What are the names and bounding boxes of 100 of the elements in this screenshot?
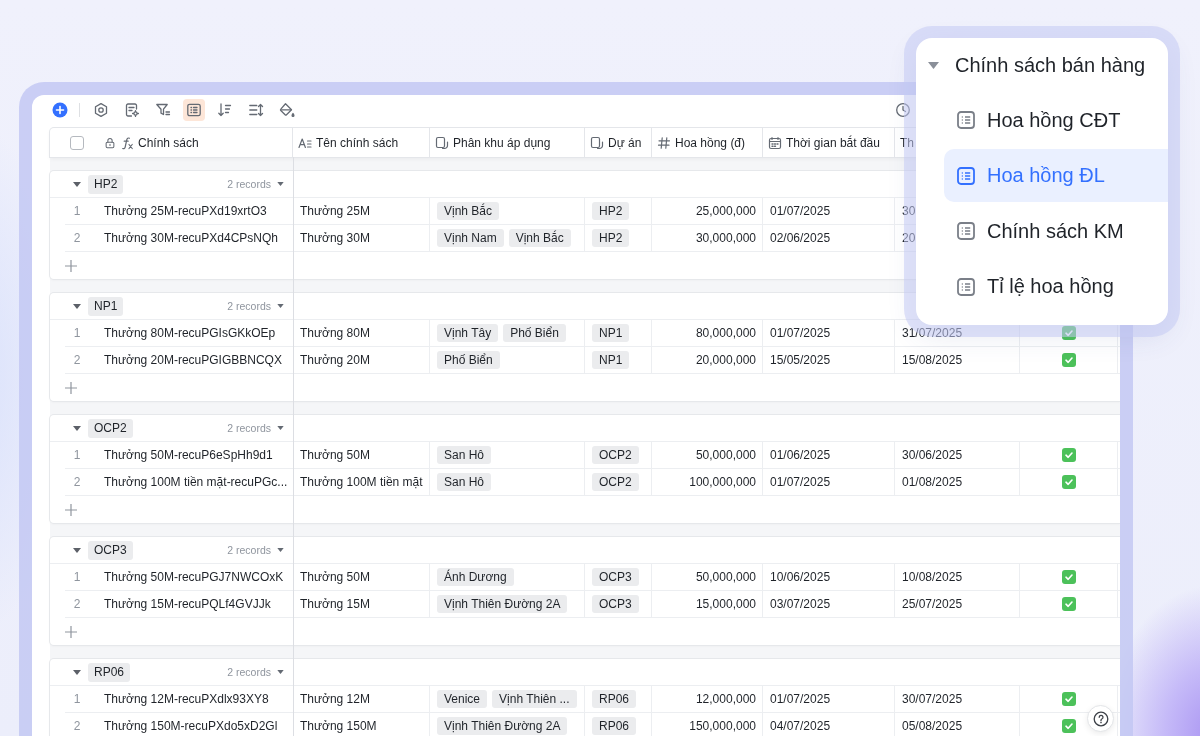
zone-tag: Vịnh Bắc (437, 202, 500, 220)
record-name: Thưởng 150M-recuPXdo5xD2Gl (104, 719, 278, 733)
list-icon[interactable] (183, 99, 205, 121)
end-date: 31/07/2025 (902, 326, 963, 340)
row-number: 1 (72, 692, 82, 706)
checkbox[interactable] (1061, 692, 1076, 706)
group-tag: NP1 (88, 296, 124, 316)
amount-value: 25,000,000 (695, 204, 756, 218)
caret-icon[interactable] (73, 669, 81, 675)
end-date: 20 (902, 231, 916, 245)
amount-value: 15,000,000 (695, 597, 756, 611)
caret-icon (277, 304, 284, 308)
policy-title: Thưởng 100M tiền mặt (300, 475, 423, 489)
table-icon (957, 222, 975, 240)
start-date: 15/05/2025 (770, 353, 831, 367)
amount-value: 20,000,000 (695, 353, 756, 367)
record-name: Thưởng 50M-recuPGJ7NWCOxK (104, 570, 284, 584)
row-number: 2 (72, 719, 82, 733)
zone-tag: Vịnh Thiên Đường 2A (437, 717, 568, 735)
column-header[interactable]: Thời gian bắt đầu (786, 135, 880, 150)
caret-icon[interactable] (73, 303, 81, 309)
table-icon (957, 277, 975, 296)
record-name: Thưởng 80M-recuPGIsGKkOEp (104, 326, 276, 340)
row-number: 1 (72, 570, 82, 584)
zone-tag: Ánh Dương (437, 568, 514, 586)
clock-icon[interactable] (895, 102, 911, 118)
amount-value: 30,000,000 (695, 231, 756, 245)
checkbox[interactable] (1061, 353, 1076, 367)
start-date: 01/07/2025 (770, 204, 831, 218)
caret-icon[interactable] (73, 547, 81, 553)
form-icon[interactable] (124, 102, 140, 118)
plus-icon[interactable] (65, 503, 77, 516)
amount-value: 150,000,000 (689, 719, 756, 733)
question-icon (1092, 710, 1109, 727)
text-field-icon (298, 135, 312, 150)
caret-icon (277, 426, 284, 430)
sort-icon[interactable] (217, 102, 233, 118)
record-name: Thưởng 25M-recuPXd19xrtO3 (104, 204, 267, 218)
amount-value: 50,000,000 (695, 448, 756, 462)
column-header[interactable]: Chính sách (138, 135, 199, 150)
plus-icon[interactable] (65, 381, 77, 394)
caret-icon[interactable] (73, 425, 81, 431)
checkbox[interactable] (70, 135, 84, 150)
policy-title: Thưởng 50M (300, 448, 370, 462)
start-date: 01/07/2025 (770, 692, 831, 706)
zone-tag: Vịnh Thiên Đường 2A (437, 595, 568, 613)
caret-icon[interactable] (73, 181, 81, 187)
checkbox[interactable] (1061, 719, 1076, 733)
end-date: 30/06/2025 (902, 448, 963, 462)
plus-icon[interactable] (65, 259, 77, 272)
checkbox[interactable] (1061, 475, 1076, 489)
checkbox[interactable] (1061, 597, 1076, 611)
row-number: 1 (72, 448, 82, 462)
column-header[interactable]: Tên chính sách (316, 135, 399, 150)
start-date: 10/06/2025 (770, 570, 831, 584)
menu-section-header[interactable]: Chính sách bán hàng (916, 51, 1168, 79)
policy-title: Thưởng 150M (300, 719, 377, 733)
settings-icon[interactable] (93, 102, 109, 118)
plus-icon[interactable] (65, 625, 77, 638)
project-tag: OCP2 (592, 446, 639, 464)
record-name: Thưởng 50M-recuP6eSpHh9d1 (104, 448, 273, 462)
menu-item[interactable]: Hoa hồng ĐL (944, 149, 1168, 202)
policy-title: Thưởng 80M (300, 326, 370, 340)
row-number: 1 (72, 326, 82, 340)
record-name: Thưởng 100M tiền mặt-recuPGc... (104, 475, 288, 489)
link-field-icon (590, 135, 604, 150)
column-header[interactable]: Hoa hồng (đ) (675, 135, 746, 150)
amount-value: 80,000,000 (695, 326, 756, 340)
formula-icon (120, 135, 134, 150)
record-name: Thưởng 15M-recuPQLf4GVJJk (104, 597, 271, 611)
caret-icon (277, 670, 284, 674)
end-date: 30/07/2025 (902, 692, 963, 706)
start-date: 01/07/2025 (770, 326, 831, 340)
row-height-icon[interactable] (248, 102, 264, 118)
end-date: 05/08/2025 (902, 719, 963, 733)
zone-tag: Phố Biển (437, 351, 500, 369)
start-date: 02/06/2025 (770, 231, 831, 245)
policy-title: Thưởng 20M (300, 353, 370, 367)
zone-tag: Vịnh Bắc (508, 229, 571, 247)
filter-icon[interactable] (155, 102, 171, 118)
column-header[interactable]: Dự án (608, 135, 642, 150)
column-header[interactable]: Phân khu áp dụng (453, 135, 551, 150)
table-icon (957, 166, 975, 185)
checkbox[interactable] (1061, 448, 1076, 462)
end-date: 10/08/2025 (902, 570, 963, 584)
link-field-icon (435, 135, 449, 150)
end-date: 30 (902, 204, 916, 218)
end-date: 15/08/2025 (902, 353, 963, 367)
record-name: Thưởng 20M-recuPGIGBBNCQX (104, 353, 282, 367)
project-tag: NP1 (592, 351, 630, 369)
menu-item[interactable]: Hoa hồng CĐT (944, 93, 1168, 147)
paint-bucket-icon[interactable] (279, 102, 295, 118)
caret-icon[interactable] (928, 61, 939, 69)
menu-item[interactable]: Tỉ lệ hoa hồng (944, 260, 1168, 313)
checkbox[interactable] (1061, 570, 1076, 584)
add-icon[interactable] (52, 102, 68, 118)
checkbox[interactable] (1061, 326, 1076, 340)
menu-item[interactable]: Chính sách KM (944, 204, 1168, 258)
row-number: 1 (72, 204, 82, 218)
start-date: 01/06/2025 (770, 448, 831, 462)
